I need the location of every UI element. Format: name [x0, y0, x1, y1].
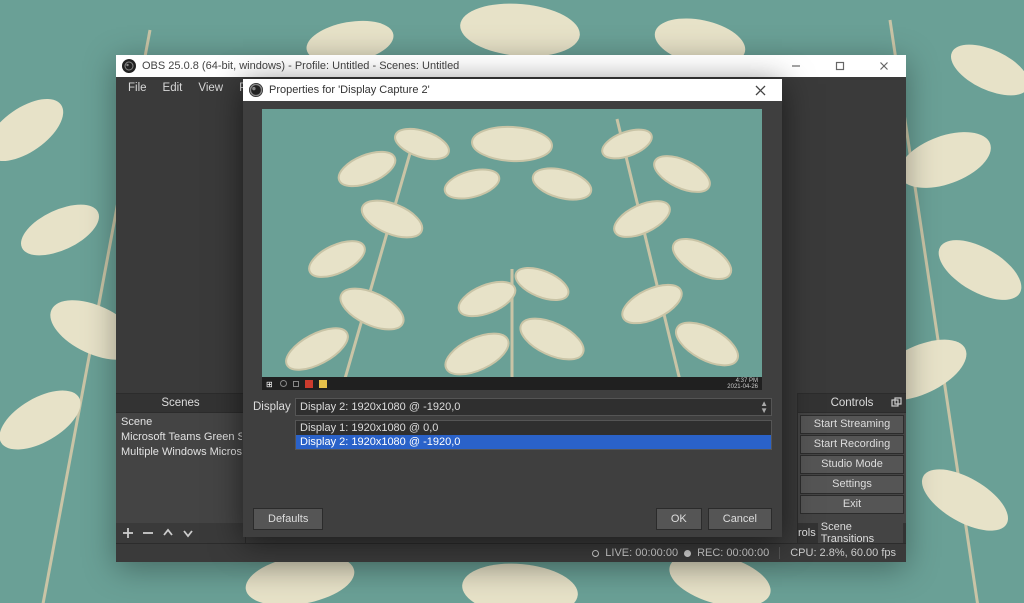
titlebar[interactable]: OBS 25.0.8 (64-bit, windows) - Profile: …	[116, 55, 906, 77]
menu-view[interactable]: View	[190, 79, 231, 97]
remove-scene-icon[interactable]	[142, 527, 154, 539]
statusbar: LIVE: 00:00:00 REC: 00:00:00 CPU: 2.8%, …	[116, 543, 906, 562]
scene-item[interactable]: Scene	[119, 415, 242, 430]
window-title: OBS 25.0.8 (64-bit, windows) - Profile: …	[142, 60, 459, 72]
display-option[interactable]: Display 1: 1920x1080 @ 0,0	[296, 421, 771, 435]
scenes-header: Scenes	[116, 393, 245, 413]
display-combobox[interactable]: Display 2: 1920x1080 @ -1920,0 ▲▼	[295, 398, 772, 416]
scene-down-icon[interactable]	[182, 527, 194, 539]
status-rec: REC: 00:00:00	[697, 547, 769, 559]
properties-dialog: Properties for 'Display Capture 2'	[243, 79, 782, 537]
scene-item[interactable]: Microsoft Teams Green Screen	[119, 430, 242, 445]
defaults-button[interactable]: Defaults	[253, 508, 323, 530]
search-icon	[280, 380, 287, 387]
controls-header: Controls	[798, 393, 906, 413]
close-button[interactable]	[862, 55, 906, 77]
partial-label: rols	[798, 527, 816, 539]
cancel-button[interactable]: Cancel	[708, 508, 772, 530]
controls-header-label: Controls	[831, 397, 874, 409]
scene-item[interactable]: Multiple Windows Microsoft Te	[119, 445, 242, 460]
add-scene-icon[interactable]	[122, 527, 134, 539]
obs-logo-icon	[249, 83, 263, 97]
windows-start-icon: ⊞	[266, 380, 274, 388]
obs-logo-icon	[122, 59, 136, 73]
exit-button[interactable]: Exit	[800, 495, 904, 514]
status-live: LIVE: 00:00:00	[605, 547, 678, 559]
scene-up-icon[interactable]	[162, 527, 174, 539]
display-dropdown[interactable]: Display 1: 1920x1080 @ 0,0 Display 2: 19…	[295, 420, 772, 450]
dialog-title: Properties for 'Display Capture 2'	[269, 84, 430, 96]
status-cpu: CPU: 2.8%, 60.00 fps	[790, 547, 896, 559]
controls-popout-icon[interactable]	[889, 395, 903, 409]
menu-edit[interactable]: Edit	[155, 79, 191, 97]
scenes-list[interactable]: Scene Microsoft Teams Green Screen Multi…	[116, 413, 245, 523]
display-value: Display 2: 1920x1080 @ -1920,0	[300, 401, 460, 413]
scenes-toolbar	[116, 523, 245, 543]
taskbar-app-icon	[305, 380, 313, 388]
live-indicator-icon	[592, 550, 599, 557]
display-option-selected[interactable]: Display 2: 1920x1080 @ -1920,0	[296, 435, 771, 449]
ok-button[interactable]: OK	[656, 508, 702, 530]
settings-button[interactable]: Settings	[800, 475, 904, 494]
minimize-button[interactable]	[774, 55, 818, 77]
source-preview: ⊞ 4:37 PM2021-04-26	[262, 109, 762, 390]
taskview-icon	[293, 381, 299, 387]
rec-indicator-icon	[684, 550, 691, 557]
preview-clock: 4:37 PM2021-04-26	[727, 378, 758, 390]
dialog-titlebar[interactable]: Properties for 'Display Capture 2'	[243, 79, 782, 101]
menu-file[interactable]: File	[120, 79, 155, 97]
preview-taskbar: ⊞ 4:37 PM2021-04-26	[262, 377, 762, 390]
start-streaming-button[interactable]: Start Streaming	[800, 415, 904, 434]
display-label: Display	[253, 401, 295, 413]
taskbar-app-icon	[319, 380, 327, 388]
dialog-close-button[interactable]	[738, 79, 782, 101]
start-recording-button[interactable]: Start Recording	[800, 435, 904, 454]
maximize-button[interactable]	[818, 55, 862, 77]
combo-arrows-icon: ▲▼	[760, 400, 768, 414]
studio-mode-button[interactable]: Studio Mode	[800, 455, 904, 474]
